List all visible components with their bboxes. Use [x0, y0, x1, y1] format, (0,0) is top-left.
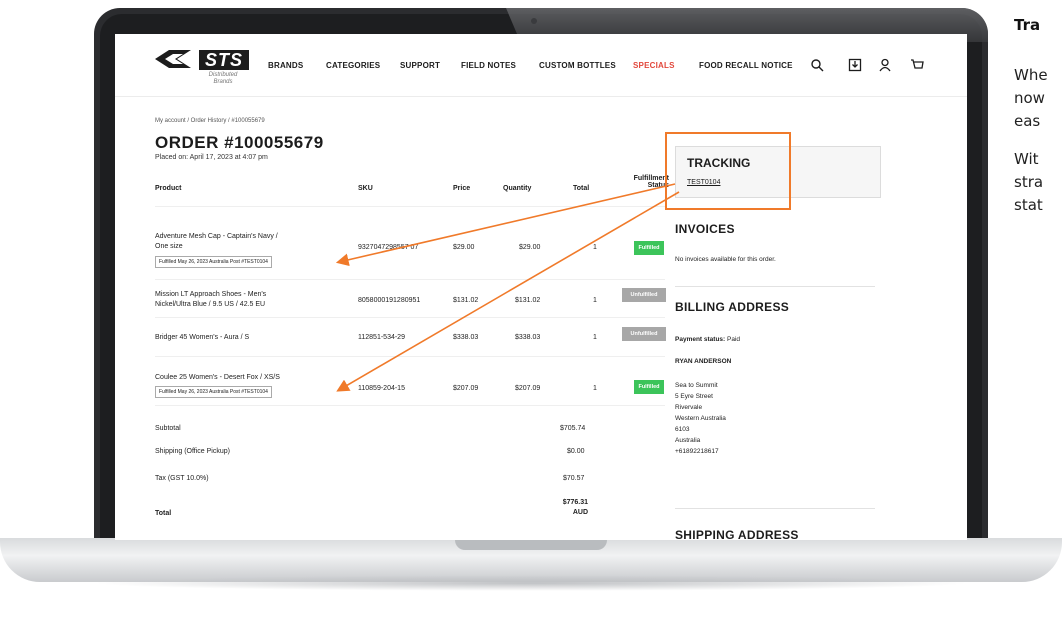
side-paragraph-line: Wit	[1014, 150, 1039, 168]
laptop-screen: STS Distributed Brands BRANDS CATEGORIES…	[115, 34, 967, 540]
camera-icon	[531, 18, 537, 24]
side-paragraph-line: stra	[1014, 173, 1044, 191]
laptop-shadow	[90, 575, 972, 591]
side-paragraph-line: now	[1014, 89, 1045, 107]
laptop-notch	[455, 540, 607, 550]
annotation-arrows	[335, 183, 680, 392]
side-heading: Tra	[1014, 16, 1041, 34]
arrow-to-row-4	[336, 191, 680, 392]
side-paragraph-line: stat	[1014, 196, 1043, 214]
side-paragraph-line: Whe	[1014, 66, 1048, 84]
side-paragraph-line: eas	[1014, 112, 1041, 130]
